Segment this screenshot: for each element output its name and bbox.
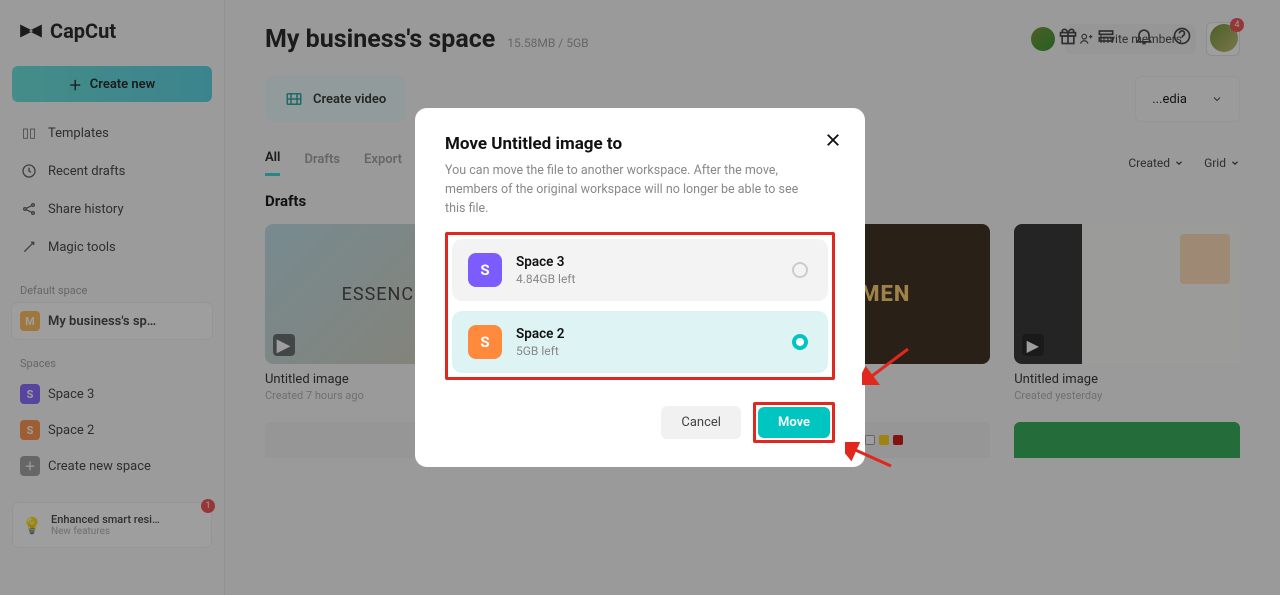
radio-selected[interactable]: [792, 334, 808, 350]
move-button[interactable]: Move: [758, 407, 830, 438]
annotation-arrow: [845, 442, 895, 472]
cancel-button[interactable]: Cancel: [661, 406, 741, 439]
space-option-space2[interactable]: S Space 2 5GB left: [452, 311, 828, 373]
move-highlight: Move: [753, 402, 835, 443]
modal-title: Move Untitled image to: [445, 134, 835, 154]
close-icon: [824, 131, 842, 149]
radio-unselected[interactable]: [792, 262, 808, 278]
modal-description: You can move the file to another workspa…: [445, 162, 805, 218]
options-highlight: S Space 3 4.84GB left S Space 2 5GB left: [445, 232, 835, 380]
space-badge-icon: S: [468, 253, 502, 287]
space-badge-icon: S: [468, 325, 502, 359]
modal-overlay: Move Untitled image to You can move the …: [0, 0, 1280, 595]
close-button[interactable]: [823, 130, 843, 150]
annotation-arrow: [862, 345, 912, 385]
move-modal: Move Untitled image to You can move the …: [415, 108, 865, 467]
space-option-space3[interactable]: S Space 3 4.84GB left: [452, 239, 828, 301]
